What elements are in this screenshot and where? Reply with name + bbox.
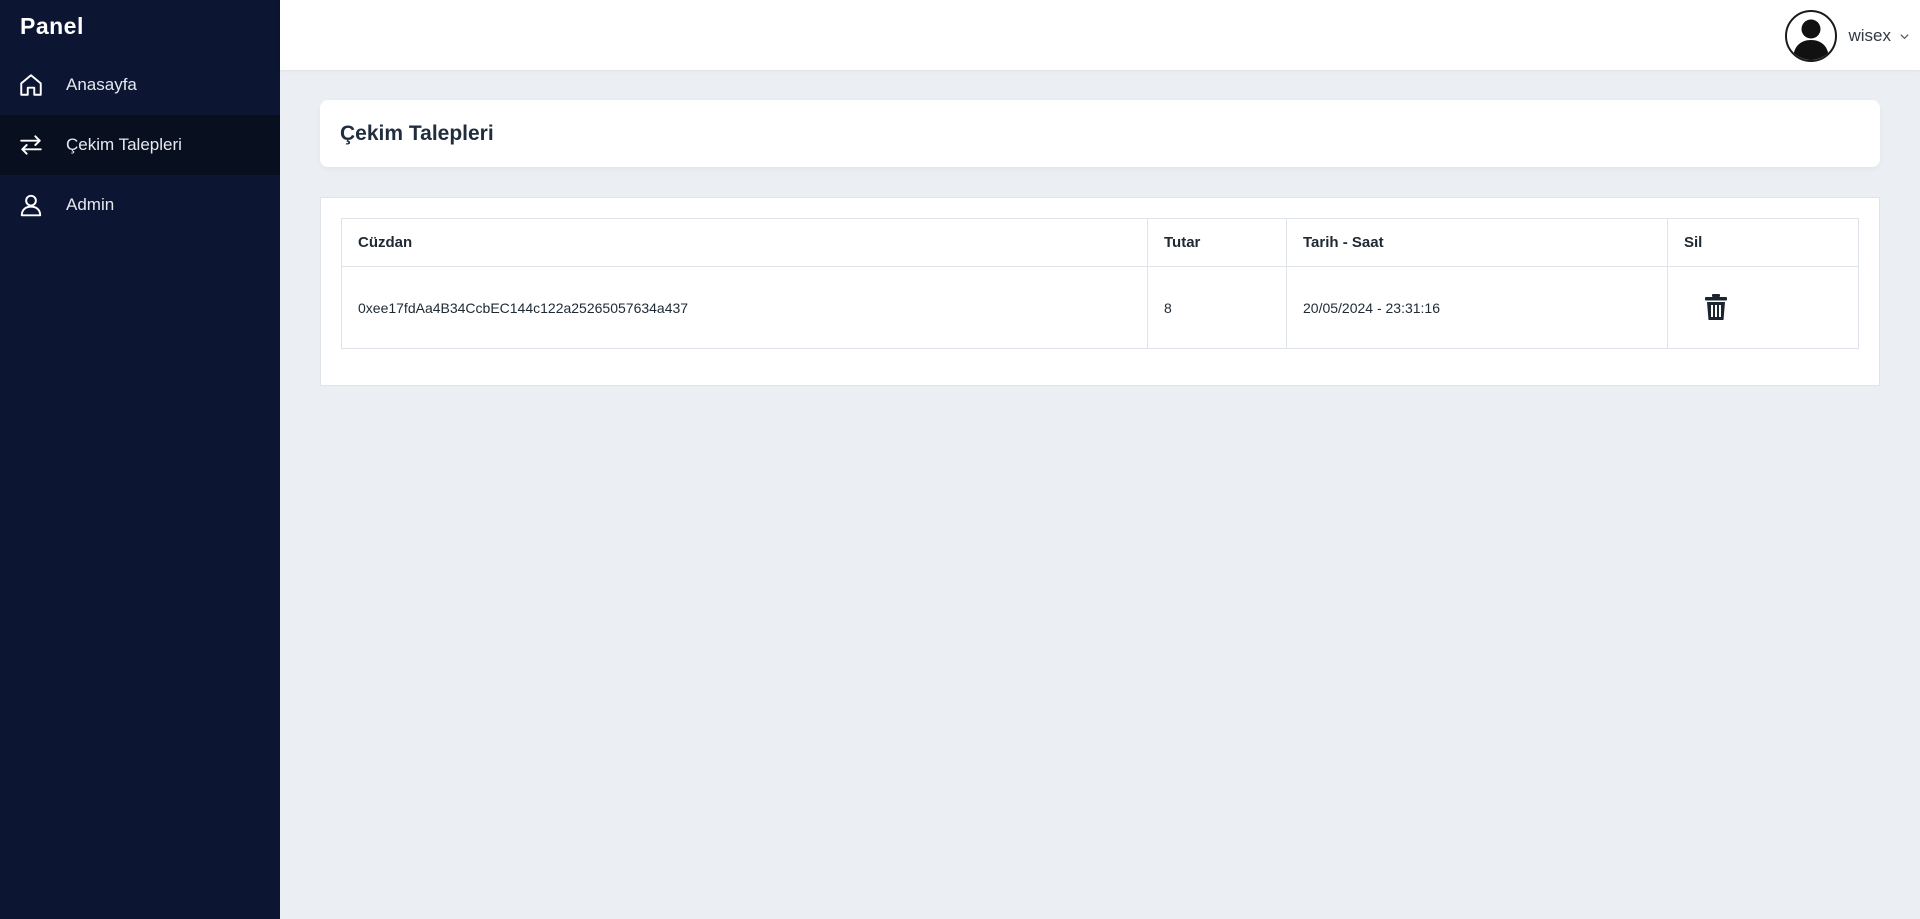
table-header-row: Cüzdan Tutar Tarih - Saat Sil bbox=[341, 218, 1859, 267]
column-header-amount: Tutar bbox=[1147, 218, 1287, 267]
transfer-arrows-icon bbox=[18, 132, 44, 158]
page-title: Çekim Talepleri bbox=[340, 121, 494, 145]
delete-cell bbox=[1667, 266, 1859, 349]
sidebar-item-admin[interactable]: Admin bbox=[0, 175, 280, 235]
sidebar-item-label: Admin bbox=[66, 195, 115, 214]
sidebar-item-label: Çekim Talepleri bbox=[66, 135, 182, 154]
trash-icon[interactable] bbox=[1701, 292, 1731, 322]
topbar: wisex bbox=[280, 0, 1920, 70]
table-row: 0xee17fdAa4B34CcbEC144c122a25265057634a4… bbox=[341, 266, 1859, 349]
sidebar: Panel Anasayfa Çekim Talepleri Admin bbox=[0, 0, 280, 919]
page-header-card: Çekim Talepleri bbox=[320, 100, 1880, 167]
wallet-cell: 0xee17fdAa4B34CcbEC144c122a25265057634a4… bbox=[341, 266, 1148, 349]
user-icon bbox=[18, 192, 44, 218]
datetime-cell: 20/05/2024 - 23:31:16 bbox=[1286, 266, 1668, 349]
column-header-delete: Sil bbox=[1667, 218, 1859, 267]
brand-title: Panel bbox=[20, 13, 84, 39]
user-menu[interactable]: wisex bbox=[1785, 10, 1910, 62]
table-card: Cüzdan Tutar Tarih - Saat Sil 0xee17fdAa… bbox=[320, 197, 1880, 386]
avatar-silhouette-icon bbox=[1785, 10, 1838, 62]
column-header-wallet: Cüzdan bbox=[341, 218, 1148, 267]
withdrawal-table: Cüzdan Tutar Tarih - Saat Sil 0xee17fdAa… bbox=[341, 218, 1859, 349]
sidebar-item-label: Anasayfa bbox=[66, 75, 137, 94]
main-content: Çekim Talepleri Cüzdan Tutar Tarih - Saa… bbox=[320, 100, 1880, 386]
sidebar-item-cekim-talepleri[interactable]: Çekim Talepleri bbox=[0, 115, 280, 175]
chevron-down-icon bbox=[1900, 33, 1909, 39]
username: wisex bbox=[1848, 26, 1891, 45]
column-header-datetime: Tarih - Saat bbox=[1286, 218, 1668, 267]
sidebar-item-anasayfa[interactable]: Anasayfa bbox=[0, 55, 280, 115]
home-icon bbox=[18, 72, 44, 98]
amount-cell: 8 bbox=[1147, 266, 1287, 349]
